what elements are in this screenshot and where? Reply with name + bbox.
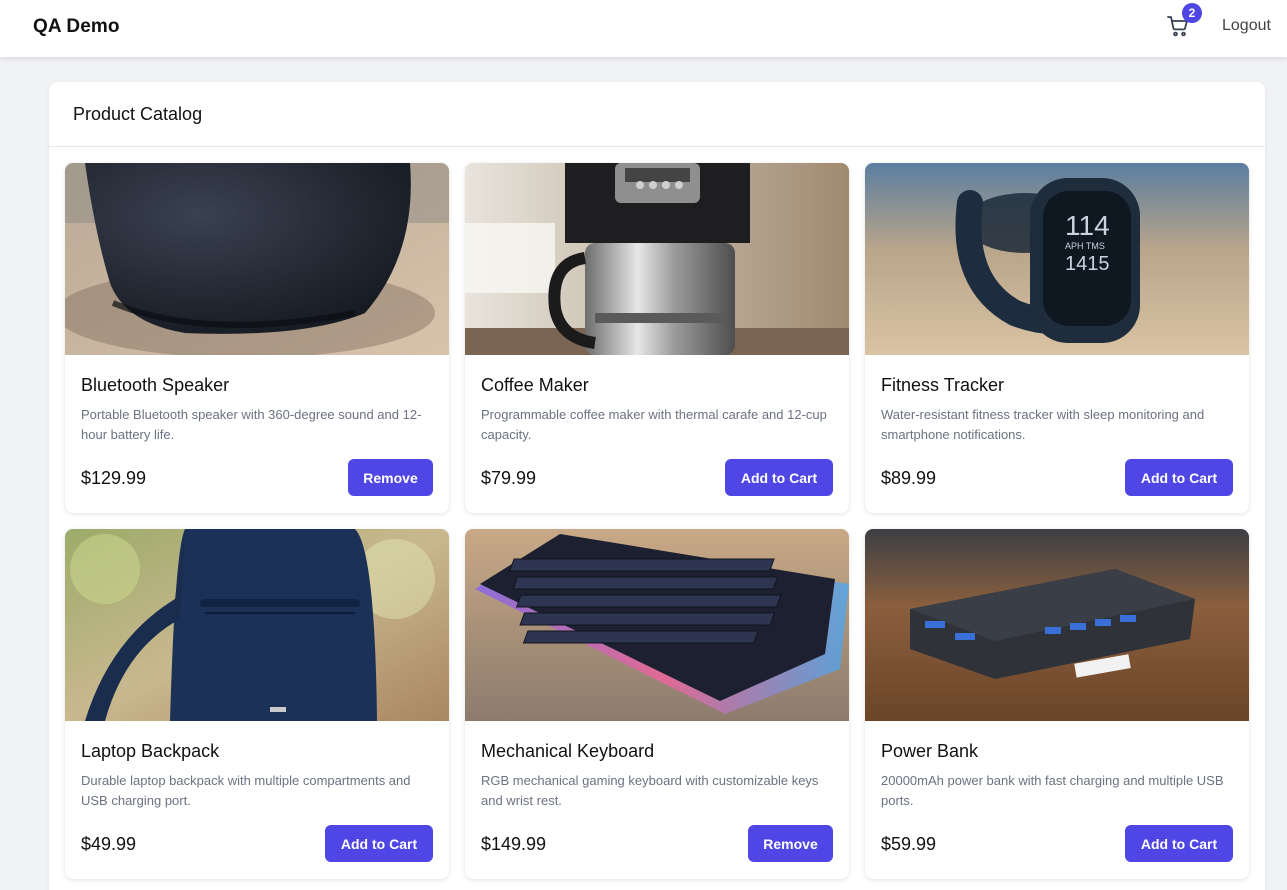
coffee-maker-photo [465,163,849,355]
remove-button[interactable]: Remove [348,459,433,496]
product-catalog-panel: Product Catalog Bluetooth Speaker Portab… [49,82,1265,890]
product-description: Water-resistant fitness tracker with sle… [881,407,1205,442]
top-navbar: QA Demo 2 Logout [0,0,1287,57]
product-card: Power Bank 20000mAh power bank with fast… [865,529,1249,879]
tracker-screen-line3: 1415 [1065,253,1110,275]
product-grid: Bluetooth Speaker Portable Bluetooth spe… [65,163,1249,879]
logout-link[interactable]: Logout [1222,17,1271,35]
add-to-cart-button[interactable]: Add to Cart [725,459,833,496]
product-card: Bluetooth Speaker Portable Bluetooth spe… [65,163,449,513]
power-bank-photo [865,529,1249,721]
add-to-cart-button[interactable]: Add to Cart [1125,459,1233,496]
keyboard-photo [465,529,849,721]
product-name[interactable]: Fitness Tracker [881,375,1233,397]
speaker-photo [65,163,449,355]
product-description: Programmable coffee maker with thermal c… [481,407,827,442]
product-card: 114 APH TMS 1415 Fitness Tracker Water-r… [865,163,1249,513]
product-name[interactable]: Coffee Maker [481,375,833,397]
product-name[interactable]: Power Bank [881,741,1233,763]
product-name[interactable]: Laptop Backpack [81,741,433,763]
product-description: Durable laptop backpack with multiple co… [81,773,411,808]
product-price: $149.99 [481,834,547,854]
remove-button[interactable]: Remove [748,825,833,862]
product-price: $89.99 [881,468,937,488]
product-price: $59.99 [881,834,937,854]
product-description: Portable Bluetooth speaker with 360-degr… [81,407,422,442]
product-name[interactable]: Mechanical Keyboard [481,741,833,763]
catalog-title: Product Catalog [73,104,203,124]
product-price: $129.99 [81,468,147,488]
product-price: $49.99 [81,834,137,854]
product-card: Laptop Backpack Durable laptop backpack … [65,529,449,879]
add-to-cart-button[interactable]: Add to Cart [1125,825,1233,862]
product-description: 20000mAh power bank with fast charging a… [881,773,1224,808]
backpack-photo [65,529,449,721]
product-name[interactable]: Bluetooth Speaker [81,375,433,397]
product-price: $79.99 [481,468,537,488]
tracker-screen-line1: 114 [1065,210,1110,241]
cart-count-badge: 2 [1182,3,1202,23]
fitness-tracker-photo: 114 APH TMS 1415 [865,163,1249,355]
catalog-header: Product Catalog [49,82,1265,147]
product-card: Coffee Maker Programmable coffee maker w… [465,163,849,513]
tracker-screen-line2: APH TMS [1065,241,1105,251]
brand-logo[interactable]: QA Demo [33,16,120,38]
add-to-cart-button[interactable]: Add to Cart [325,825,433,862]
product-card: Mechanical Keyboard RGB mechanical gamin… [465,529,849,879]
product-description: RGB mechanical gaming keyboard with cust… [481,773,819,808]
